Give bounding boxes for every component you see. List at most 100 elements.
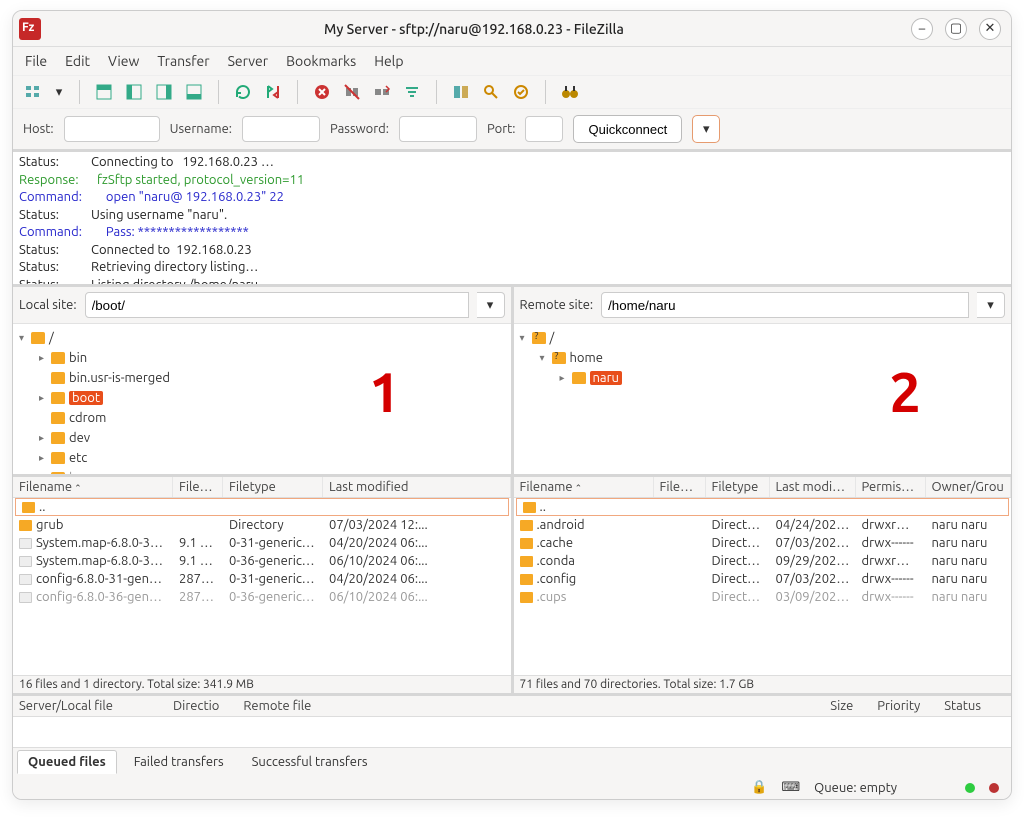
folder-icon — [22, 502, 35, 513]
port-input[interactable] — [525, 116, 563, 142]
file-row[interactable]: .androidDirectory04/24/2024 ...drwxrwx…n… — [514, 516, 1012, 534]
tab-queued[interactable]: Queued files — [17, 750, 117, 774]
q-col-status[interactable]: Status — [944, 699, 981, 713]
log-line: Command: open "naru@ 192.168.0.23" 22 — [19, 189, 1005, 207]
message-log[interactable]: Status:Connecting to 192.168.0.23 …Respo… — [13, 149, 1011, 287]
tree-item[interactable]: ▸boot — [19, 388, 505, 408]
col-filename[interactable]: Filename — [13, 477, 173, 497]
col-filesize[interactable]: Filesize — [173, 477, 223, 497]
file-row[interactable]: .condaDirectory09/29/2022 ...drwxrwx…nar… — [514, 552, 1012, 570]
col-filesize[interactable]: Filesize — [654, 477, 706, 497]
cancel-icon[interactable] — [310, 80, 334, 104]
menu-server[interactable]: Server — [228, 53, 269, 69]
menu-bookmarks[interactable]: Bookmarks — [286, 53, 356, 69]
lock-icon[interactable]: 🔒 — [751, 780, 767, 795]
minimize-button[interactable]: – — [911, 18, 933, 40]
folder-icon — [31, 332, 45, 344]
folder-icon — [552, 352, 566, 364]
tree-item[interactable]: ▸dev — [19, 428, 505, 448]
tree-label: bin — [69, 351, 87, 365]
maximize-button[interactable]: ▢ — [945, 18, 967, 40]
q-col-remote[interactable]: Remote file — [243, 699, 311, 713]
col-owner[interactable]: Owner/Grou — [926, 477, 1012, 497]
file-row[interactable]: .cacheDirectory07/03/2024 ...drwx------n… — [514, 534, 1012, 552]
folder-icon — [572, 372, 586, 384]
activity-indicator-red — [989, 783, 999, 793]
file-icon — [19, 556, 32, 567]
q-col-priority[interactable]: Priority — [877, 699, 920, 713]
username-input[interactable] — [242, 116, 320, 142]
menu-help[interactable]: Help — [374, 53, 403, 69]
remote-filelist-body[interactable]: ...androidDirectory04/24/2024 ...drwxrwx… — [514, 498, 1012, 675]
remote-path-input[interactable] — [601, 292, 969, 318]
process-queue-icon[interactable] — [261, 80, 285, 104]
tree-item[interactable]: ▸bin — [19, 348, 505, 368]
local-path-dropdown[interactable]: ▾ — [477, 292, 505, 318]
password-input[interactable] — [399, 116, 477, 142]
file-row[interactable]: System.map-6.8.0-3…9.1 MB0-31-generic-fi… — [13, 534, 511, 552]
quickconnect-history-dropdown[interactable]: ▾ — [692, 115, 720, 143]
reconnect-icon[interactable] — [370, 80, 394, 104]
disconnect-icon[interactable] — [340, 80, 364, 104]
close-button[interactable]: ✕ — [979, 18, 1001, 40]
tree-item[interactable]: ▸home — [19, 468, 505, 474]
col-modified[interactable]: Last modified — [323, 477, 511, 497]
tab-successful[interactable]: Successful transfers — [241, 750, 379, 774]
col-modified[interactable]: Last modified — [770, 477, 856, 497]
compare-icon[interactable] — [449, 80, 473, 104]
local-path-input[interactable] — [85, 292, 469, 318]
keyboard-icon[interactable]: ⌨ — [781, 780, 800, 795]
tree-item[interactable]: ▾home — [520, 348, 1006, 368]
q-col-server[interactable]: Server/Local file — [19, 699, 149, 713]
menu-file[interactable]: File — [25, 53, 47, 69]
binoculars-icon[interactable] — [558, 80, 582, 104]
password-label: Password: — [330, 122, 389, 136]
file-row[interactable]: .configDirectory07/03/2024 ...drwx------… — [514, 570, 1012, 588]
menu-edit[interactable]: Edit — [65, 53, 90, 69]
tree-item[interactable]: ▸etc — [19, 448, 505, 468]
file-icon — [19, 592, 32, 603]
tree-item[interactable]: ▾/ — [520, 328, 1006, 348]
file-row[interactable]: .. — [15, 498, 509, 516]
file-row[interactable]: System.map-6.8.0-3…9.1 MB0-36-generic-fi… — [13, 552, 511, 570]
host-input[interactable] — [64, 116, 160, 142]
tab-failed[interactable]: Failed transfers — [123, 750, 235, 774]
col-permissions[interactable]: Permission: — [856, 477, 926, 497]
tree-item[interactable]: cdrom — [19, 408, 505, 428]
tree-item[interactable]: bin.usr-is-merged — [19, 368, 505, 388]
col-filetype[interactable]: Filetype — [706, 477, 770, 497]
local-filelist-body[interactable]: ..grubDirectory07/03/2024 12:...System.m… — [13, 498, 511, 675]
file-row[interactable]: config-6.8.0-36-gen…287.5 KB0-36-generic… — [13, 588, 511, 606]
app-icon — [19, 18, 41, 40]
file-row[interactable]: grubDirectory07/03/2024 12:... — [13, 516, 511, 534]
search-icon[interactable] — [479, 80, 503, 104]
queue-body[interactable] — [13, 717, 1011, 747]
menu-view[interactable]: View — [108, 53, 139, 69]
col-filetype[interactable]: Filetype — [223, 477, 323, 497]
toggle-log-icon[interactable] — [92, 80, 116, 104]
site-manager-icon[interactable] — [21, 80, 45, 104]
toggle-queue-icon[interactable] — [182, 80, 206, 104]
filter-icon[interactable] — [400, 80, 424, 104]
toggle-local-tree-icon[interactable] — [122, 80, 146, 104]
tree-item[interactable]: ▸naru — [520, 368, 1006, 388]
remote-path-dropdown[interactable]: ▾ — [977, 292, 1005, 318]
folder-icon — [51, 412, 65, 424]
menu-transfer[interactable]: Transfer — [157, 53, 209, 69]
q-col-direction[interactable]: Directio — [173, 699, 219, 713]
q-col-size[interactable]: Size — [830, 699, 853, 713]
file-row[interactable]: .. — [516, 498, 1010, 516]
site-manager-dropdown-icon[interactable]: ▾ — [51, 85, 67, 100]
file-row[interactable]: config-6.8.0-31-gen…287.5 KB0-31-generic… — [13, 570, 511, 588]
tree-item[interactable]: ▾/ — [19, 328, 505, 348]
quickconnect-button[interactable]: Quickconnect — [573, 115, 682, 143]
col-filename[interactable]: Filename — [514, 477, 654, 497]
local-tree[interactable]: 1 ▾/▸bin bin.usr-is-merged▸boot cdrom▸de… — [13, 324, 511, 474]
sync-browse-icon[interactable] — [509, 80, 533, 104]
toolbar-separator — [545, 80, 546, 104]
file-row[interactable]: .cupsDirectory03/09/2023 ...drwx------na… — [514, 588, 1012, 606]
remote-tree[interactable]: 2 ▾/▾home▸naru — [514, 324, 1012, 474]
folder-icon — [19, 520, 32, 531]
refresh-icon[interactable] — [231, 80, 255, 104]
toggle-remote-tree-icon[interactable] — [152, 80, 176, 104]
